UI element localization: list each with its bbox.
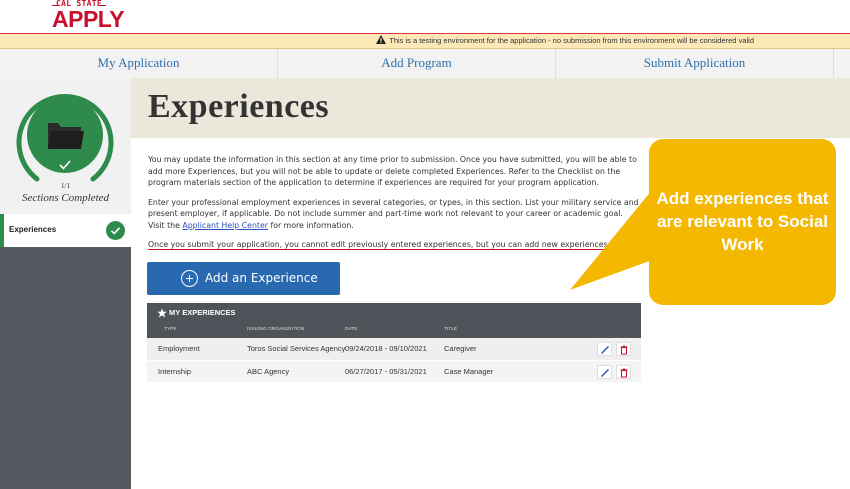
cell-date: 06/27/2017 - 05/31/2021 (345, 367, 427, 376)
page-title: Experiences (148, 88, 330, 125)
edit-button[interactable] (597, 365, 612, 379)
pencil-icon (601, 368, 609, 377)
table-row: Internship ABC Agency 06/27/2017 - 05/31… (147, 360, 641, 382)
callout-pointer (570, 190, 652, 290)
column-header-type: TYPE (164, 327, 177, 332)
instructions-paragraph-2: Enter your professional employment exper… (148, 197, 639, 230)
cal-state-apply-logo[interactable]: CAL STATE APPLY (52, 0, 125, 32)
progress-panel: 1/1 Sections Completed (0, 78, 131, 214)
cell-title: Caregiver (444, 344, 477, 353)
cell-type: Employment (158, 344, 200, 353)
column-header-organization: ISSUING ORGANIZATION (247, 327, 305, 332)
progress-fraction: 1/1 (61, 182, 70, 190)
column-header-title: TITLE (444, 327, 458, 332)
trash-icon (620, 345, 628, 354)
table-column-headers: TYPE ISSUING ORGANIZATION DATE TITLE (147, 322, 641, 338)
delete-button[interactable] (616, 342, 631, 356)
instructions-paragraph-3: Once you submit your application, you ca… (148, 240, 611, 249)
star-icon (157, 308, 167, 318)
logo-main-text: APPLY (52, 6, 125, 32)
tab-add-program[interactable]: Add Program (278, 49, 556, 78)
experiences-header: MY EXPERIENCES (147, 303, 641, 322)
sections-completed-label: Sections Completed (21, 192, 110, 204)
annotation-callout-text: Add experiences that are relevant to Soc… (656, 189, 829, 254)
main-nav: My Application Add Program Submit Applic… (0, 49, 850, 87)
experiences-table: MY EXPERIENCES TYPE ISSUING ORGANIZATION… (147, 303, 641, 382)
cell-date: 09/24/2018 - 09/10/2021 (345, 344, 427, 353)
applicant-help-center-link[interactable]: Applicant Help Center (182, 221, 268, 230)
progress-ring (16, 94, 114, 182)
delete-button[interactable] (616, 365, 631, 379)
top-bar: CAL STATE APPLY (0, 0, 850, 33)
cell-type: Internship (158, 367, 191, 376)
tab-my-application[interactable]: My Application (0, 49, 278, 78)
plus-circle-icon (181, 270, 198, 287)
cell-organization: Toros Social Services Agency (247, 344, 346, 353)
edit-button[interactable] (597, 342, 612, 356)
tab-submit-application[interactable]: Submit Application (556, 49, 834, 78)
column-header-date: DATE (345, 327, 358, 332)
cell-organization: ABC Agency (247, 367, 290, 376)
instructions: You may update the information in this s… (148, 154, 640, 259)
check-circle-icon (106, 221, 125, 240)
experiences-section-title: MY EXPERIENCES (169, 308, 236, 317)
sidebar-item-label: Experiences (9, 225, 57, 234)
testing-environment-banner: This is a testing environment for the ap… (0, 33, 850, 49)
instructions-paragraph-1: You may update the information in this s… (148, 155, 637, 187)
cell-title: Case Manager (444, 367, 494, 376)
add-experience-label: Add an Experience (205, 271, 318, 285)
warning-icon (376, 35, 387, 44)
sidebar: 1/1 Sections Completed Experiences (0, 78, 131, 489)
add-experience-button[interactable]: Add an Experience (147, 262, 340, 295)
pencil-icon (601, 345, 609, 354)
banner-text: This is a testing environment for the ap… (389, 36, 754, 45)
table-row: Employment Toros Social Services Agency … (147, 338, 641, 360)
sidebar-item-experiences[interactable]: Experiences (0, 214, 131, 247)
trash-icon (620, 368, 628, 377)
